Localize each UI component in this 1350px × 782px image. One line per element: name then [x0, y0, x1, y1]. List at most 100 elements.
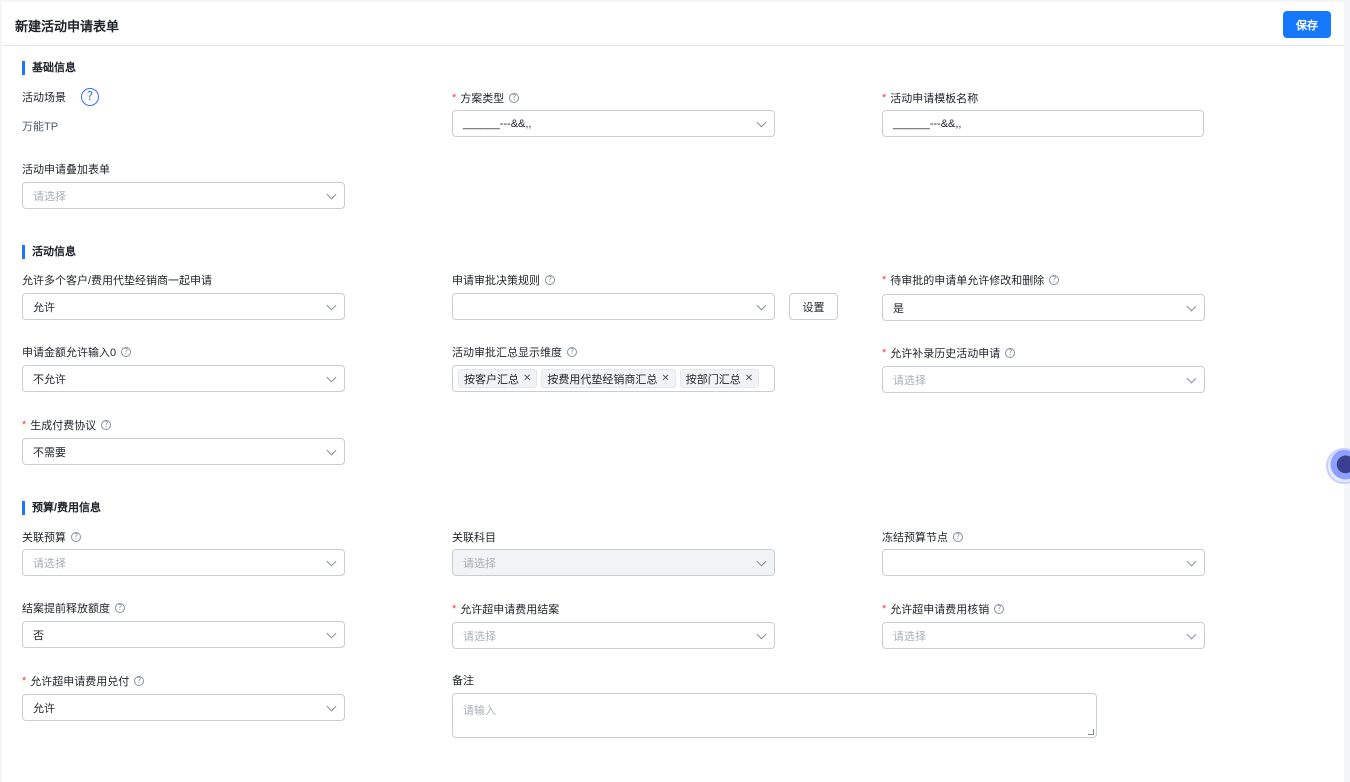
remark-textarea[interactable]: 请输入 [452, 693, 1097, 738]
page-title: 新建活动申请表单 [15, 19, 120, 34]
over-close-label: * 允许超申请费用结案 [452, 601, 559, 617]
pending-edit-select[interactable]: 是 [882, 294, 1205, 321]
multi-customer-label: 允许多个客户/费用代垫经销商一起申请 [22, 272, 212, 288]
required-mark: * [22, 675, 27, 687]
close-icon[interactable]: ✕ [661, 373, 669, 384]
select-placeholder: 请选择 [463, 557, 496, 570]
resize-handle-icon[interactable] [1088, 729, 1094, 735]
label-text: 允许补录历史活动申请 [890, 348, 1001, 360]
linked-subject-label: 关联科目 [452, 529, 496, 545]
chevron-down-icon [326, 372, 337, 383]
amount-zero-label: 申请金额允许输入0 ? [22, 344, 132, 360]
chevron-down-icon [326, 445, 337, 456]
select-value: 允许 [33, 301, 55, 314]
label-text: 申请金额允许输入0 [22, 347, 117, 359]
label-text: 允许多个客户/费用代垫经销商一起申请 [22, 275, 213, 287]
chevron-down-icon [326, 701, 337, 712]
required-mark: * [882, 92, 887, 104]
freeze-node-select[interactable] [882, 549, 1205, 576]
question-circle-icon[interactable]: ? [115, 603, 125, 613]
tag-department-summary: 按部门汇总 ✕ [679, 369, 760, 388]
input-value: ______---&&,, [893, 117, 962, 130]
label-text: 方案类型 [460, 93, 505, 105]
tag-dealer-summary: 按费用代垫经销商汇总 ✕ [541, 369, 676, 388]
question-circle-icon[interactable]: ? [994, 604, 1005, 614]
approval-rule-settings-button[interactable]: 设置 [789, 293, 838, 320]
template-name-input[interactable]: ______---&&,, [882, 110, 1204, 137]
tag-label: 按费用代垫经销商汇总 [547, 373, 658, 386]
close-icon[interactable]: ✕ [745, 373, 753, 384]
question-circle-icon[interactable]: ? [1049, 275, 1060, 285]
chevron-down-icon [326, 300, 337, 311]
release-quota-label: 结案提前释放额度 ? [22, 600, 125, 616]
save-button[interactable]: 保存 [1283, 11, 1331, 38]
chevron-down-icon [1186, 556, 1197, 567]
label-text: 活动场景 [22, 92, 66, 104]
plan-type-select[interactable]: ______---&&,, [452, 110, 775, 137]
history-entry-select[interactable]: 请选择 [882, 366, 1205, 393]
linked-budget-select[interactable]: 请选择 [22, 549, 345, 576]
form-page: 新建活动申请表单 保存 基础信息 活动场景 ? 万能TP * 方案类型 ? __… [2, 2, 1344, 782]
label-text: 活动申请模板名称 [890, 93, 979, 105]
summary-dims-multiselect[interactable]: 按客户汇总 ✕ 按费用代垫经销商汇总 ✕ 按部门汇总 ✕ [452, 365, 775, 392]
question-circle-icon[interactable]: ? [1005, 348, 1016, 358]
select-value: 不需要 [33, 446, 66, 459]
question-circle-icon[interactable]: ? [509, 93, 520, 103]
question-circle-icon[interactable]: ? [134, 676, 145, 686]
select-value: 允许 [33, 702, 55, 715]
required-mark: * [882, 347, 887, 359]
amount-zero-select[interactable]: 不允许 [22, 365, 345, 392]
label-text: 关联预算 [22, 532, 66, 544]
overlay-form-select[interactable]: 请选择 [22, 182, 345, 209]
chevron-down-icon [326, 189, 337, 200]
required-mark: * [882, 274, 887, 286]
required-mark: * [452, 603, 457, 615]
approval-rule-label: 申请审批决策规则 ? [452, 272, 555, 288]
label-text: 待审批的申请单允许修改和删除 [890, 275, 1045, 287]
template-name-label: * 活动申请模板名称 [882, 90, 978, 106]
label-text: 备注 [452, 675, 474, 687]
label-text: 允许超申请费用结案 [460, 604, 560, 616]
freeze-node-label: 冻结预算节点 ? [882, 529, 963, 545]
approval-rule-select[interactable] [452, 293, 775, 320]
chevron-down-icon [326, 628, 337, 639]
over-writeoff-label: * 允许超申请费用核销 ? [882, 601, 1005, 617]
chevron-down-icon [756, 117, 767, 128]
question-circle-icon[interactable]: ? [81, 88, 99, 106]
close-icon[interactable]: ✕ [523, 373, 531, 384]
chevron-down-icon [326, 556, 337, 567]
multi-customer-select[interactable]: 允许 [22, 293, 345, 320]
select-placeholder: 请选择 [893, 374, 926, 387]
pending-edit-label: * 待审批的申请单允许修改和删除 ? [882, 272, 1060, 288]
activity-scene-label: 活动场景 ? [22, 88, 99, 106]
question-circle-icon[interactable]: ? [953, 532, 963, 542]
select-placeholder: 请选择 [463, 630, 496, 643]
chevron-down-icon [756, 300, 767, 311]
question-circle-icon[interactable]: ? [71, 532, 81, 542]
linked-subject-select: 请选择 [452, 549, 775, 576]
chevron-down-icon [756, 556, 767, 567]
label-text: 结案提前释放额度 [22, 603, 110, 615]
tag-label: 按部门汇总 [685, 373, 741, 386]
page-header: 新建活动申请表单 保存 [2, 2, 1344, 46]
chevron-down-icon [756, 629, 767, 640]
history-entry-label: * 允许补录历史活动申请 ? [882, 345, 1016, 361]
question-circle-icon[interactable]: ? [101, 420, 112, 430]
release-quota-select[interactable]: 否 [22, 621, 345, 648]
chevron-down-icon [1186, 301, 1197, 312]
chevron-down-icon [1186, 629, 1197, 640]
tag-label: 按客户汇总 [464, 373, 519, 386]
payment-agreement-select[interactable]: 不需要 [22, 438, 345, 465]
over-payout-select[interactable]: 允许 [22, 694, 345, 721]
label-text: 活动审批汇总显示维度 [452, 347, 562, 359]
over-close-select[interactable]: 请选择 [452, 622, 775, 649]
question-circle-icon[interactable]: ? [545, 275, 555, 285]
textarea-placeholder: 请输入 [463, 705, 496, 717]
question-circle-icon[interactable]: ? [567, 347, 577, 357]
section-title-budget: 预算/费用信息 [22, 501, 101, 515]
select-value: 是 [893, 302, 904, 315]
over-writeoff-select[interactable]: 请选择 [882, 622, 1205, 649]
question-circle-icon[interactable]: ? [121, 347, 132, 357]
required-mark: * [882, 603, 887, 615]
chevron-down-icon [1186, 373, 1197, 384]
